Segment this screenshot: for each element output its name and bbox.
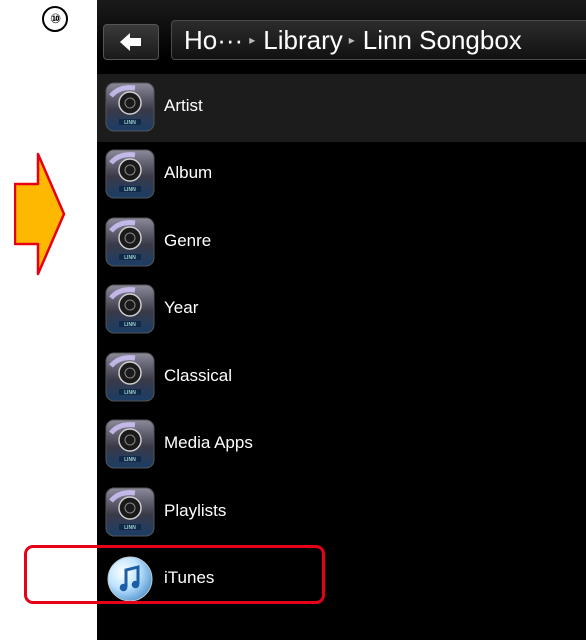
breadcrumb-item-linn-songbox[interactable]: Linn Songbox [363,25,522,56]
itunes-highlight-box [24,545,325,604]
menu-item-artist[interactable]: LINN Artist [97,74,586,142]
menu-item-album[interactable]: LINN Album [97,142,586,210]
back-button[interactable] [103,24,159,60]
menu-item-label: Classical [164,365,233,385]
back-arrow-icon [120,33,141,51]
step-number-badge: ⑩ [42,6,68,32]
linn-icon: LINN [105,217,155,267]
arrow-right-icon [14,152,66,276]
menu-item-playlists[interactable]: LINN Playlists [97,479,586,547]
breadcrumb-separator-icon: ▸ [348,33,355,47]
linn-icon: LINN [105,419,155,469]
linn-icon: LINN [105,352,155,402]
menu-item-label: Album [164,163,213,183]
svg-text:LINN: LINN [124,390,136,396]
header-bar: Ho··· ▸ Library ▸ Linn Songbox [97,0,586,75]
linn-app-panel: Ho··· ▸ Library ▸ Linn Songbox LINN Arti… [97,0,586,640]
menu-item-media-apps[interactable]: LINN Media Apps [97,412,586,480]
breadcrumb-item-home[interactable]: Ho··· [184,25,243,56]
svg-text:LINN: LINN [124,187,136,193]
menu-item-label: Playlists [164,500,227,520]
breadcrumb[interactable]: Ho··· ▸ Library ▸ Linn Songbox [171,20,586,60]
menu-item-label: Media Apps [164,433,253,453]
svg-text:LINN: LINN [124,525,136,531]
menu-item-label: Genre [164,230,212,250]
menu-item-label: Year [164,298,199,318]
menu-item-year[interactable]: LINN Year [97,277,586,345]
breadcrumb-item-library[interactable]: Library [263,25,342,56]
menu-item-classical[interactable]: LINN Classical [97,344,586,412]
svg-text:LINN: LINN [124,457,136,463]
svg-text:LINN: LINN [124,322,136,328]
linn-icon: LINN [105,149,155,199]
svg-text:LINN: LINN [124,120,136,126]
library-menu-list: LINN Artist LINN Album LINN Genre LINN Y… [97,74,586,614]
svg-text:LINN: LINN [124,255,136,261]
linn-icon: LINN [105,487,155,537]
linn-icon: LINN [105,82,155,132]
menu-item-genre[interactable]: LINN Genre [97,209,586,277]
menu-item-label: Artist [164,95,203,115]
linn-icon: LINN [105,284,155,334]
breadcrumb-separator-icon: ▸ [249,33,256,47]
